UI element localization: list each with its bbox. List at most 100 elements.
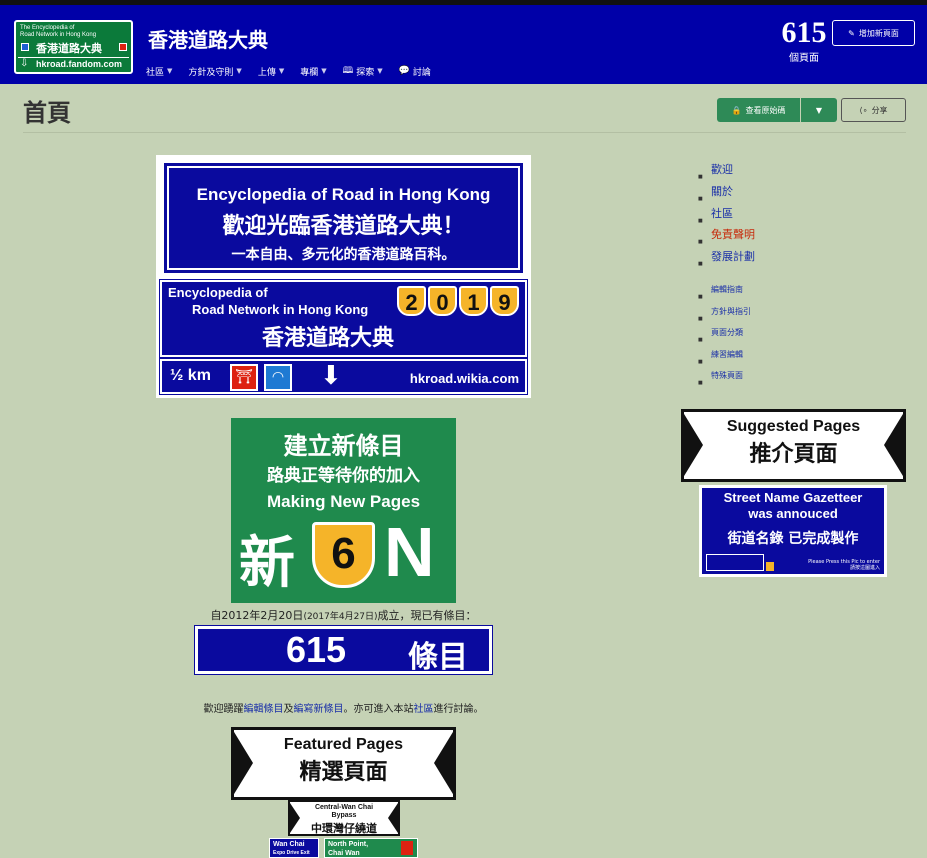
banner-zh-sub: 一本自由、多元化的香港道路百科。 xyxy=(231,247,456,263)
view-source-button[interactable]: 🔒 查看原始碼 xyxy=(717,98,800,122)
sidebar-item-policies[interactable]: 方針與指引 xyxy=(698,301,751,330)
add-page-button[interactable]: ✎ 增加新頁面 xyxy=(832,20,915,46)
arrow-right-icon xyxy=(884,409,906,481)
sidebar-item-special[interactable]: 特殊頁面 xyxy=(698,365,751,394)
banner-bottom-panel: ½ km ⛩ ◠ ⬇ hkroad.wikia.com xyxy=(159,358,528,395)
chat-icon: 💬 xyxy=(398,66,410,76)
page-counter: 615 個頁面 xyxy=(772,16,836,65)
welcome-prefix: 歡迎踴躍 xyxy=(203,704,244,715)
sidebar-item-disclaimer[interactable]: 免責聲明 xyxy=(698,224,755,254)
nav-label: 方針及守則 xyxy=(188,67,234,78)
sidebar-link[interactable]: 頁面分類 xyxy=(711,328,743,337)
sidebar-item-sandbox[interactable]: 練習編輯 xyxy=(698,344,751,373)
gazetteer-en2: was annouced xyxy=(748,506,838,521)
new-pages-route-row: 新 6 N xyxy=(231,513,456,598)
banner-top-panel: Encyclopedia of Road in Hong Kong 歡迎光臨香港… xyxy=(164,163,523,273)
route-shield: 6 xyxy=(312,522,375,588)
nav-item-discuss[interactable]: 💬 討論 xyxy=(399,63,431,79)
sidebar-link[interactable]: 編輯指南 xyxy=(711,285,743,294)
route-direction: N xyxy=(384,513,435,591)
chevron-down-icon: ▼ xyxy=(278,67,285,75)
sidebar-primary-list: 歡迎 關於 社區 免責聲明 發展計劃 xyxy=(698,159,755,276)
welcome-text: 歡迎踴躍編輯條目及編寫新條目。亦可進入本站社區進行討論。 xyxy=(156,700,531,715)
bypass-en1: Central-Wan Chai xyxy=(314,804,374,811)
sidebar-link[interactable]: 方針與指引 xyxy=(711,307,751,316)
nav-item-upload[interactable]: 上傳 ▼ xyxy=(258,63,284,79)
article-count-bar: 615 條目 xyxy=(194,625,493,675)
sidebar-link[interactable]: 免責聲明 xyxy=(711,228,755,241)
sidebar-link[interactable]: 社區 xyxy=(711,207,733,220)
year-shields: 2 0 1 9 xyxy=(397,286,519,316)
sidebar-item-welcome[interactable]: 歡迎 xyxy=(698,159,755,189)
banner-url: hkroad.wikia.com xyxy=(409,371,519,386)
logo-zh: 香港道路大典 xyxy=(36,42,102,55)
nav-item-community[interactable]: 社區 ▼ xyxy=(146,63,172,79)
arrow-right-icon xyxy=(388,800,400,836)
expressway-icon: ⛩ xyxy=(230,364,258,391)
share-button[interactable]: ⟨∘ 分享 xyxy=(841,98,906,122)
edit-articles-link[interactable]: 編輯條目 xyxy=(244,704,284,715)
welcome-mid1: 及 xyxy=(283,704,294,715)
community-link[interactable]: 社區 xyxy=(414,704,434,715)
banner-zh-name: 香港道路大典 xyxy=(262,326,395,351)
arrow-down-icon: ⇩ xyxy=(20,58,29,69)
sidebar-link[interactable]: 歡迎 xyxy=(711,163,733,176)
sidebar-secondary-list: 編輯指南 方針與指引 頁面分類 練習編輯 特殊頁面 xyxy=(698,279,751,394)
page-count-label: 個頁面 xyxy=(789,53,819,64)
sidebar-item-categories[interactable]: 頁面分類 xyxy=(698,322,751,351)
lock-icon: 🔒 xyxy=(731,105,742,115)
view-source-label: 查看原始碼 xyxy=(745,105,786,115)
site-logo[interactable]: The Encyclopedia of Road Network in Hong… xyxy=(14,20,133,74)
banner-zh-welcome: 歡迎光臨香港道路大典！ xyxy=(222,214,465,239)
banner-mid-panel: Encyclopedia of Road Network in Hong Kon… xyxy=(159,279,528,358)
nav-label: 探索 xyxy=(356,67,375,78)
sidebar-item-about[interactable]: 關於 xyxy=(698,181,755,211)
page-count: 615 xyxy=(781,16,827,49)
sidebar-link[interactable]: 練習編輯 xyxy=(711,350,743,359)
banner-en-title: Encyclopedia of Road in Hong Kong xyxy=(196,185,491,204)
gazetteer-banner[interactable]: Street Name Gazetteer was annouced 街道名錄 … xyxy=(699,485,887,577)
arrow-right-icon xyxy=(434,727,456,799)
sidebar-item-edit-guide[interactable]: 編輯指南 xyxy=(698,279,751,308)
featured-en: Featured Pages xyxy=(283,736,404,753)
new-article-link[interactable]: 編寫新條目 xyxy=(294,704,344,715)
tunnel-icon: ◠ xyxy=(264,364,292,391)
sidebar-link[interactable]: 特殊頁面 xyxy=(711,371,743,380)
exit-sign-northpoint[interactable]: North Point, Chai Wan xyxy=(324,838,418,858)
article-count: 615 xyxy=(286,629,347,670)
bypass-sign[interactable]: Central-Wan Chai Bypass 中環灣仔繞道 xyxy=(288,800,400,836)
sidebar-item-community[interactable]: 社區 xyxy=(698,203,755,233)
share-icon: ⟨∘ xyxy=(859,105,868,115)
nav-label: 上傳 xyxy=(257,67,276,78)
bypass-en2: Bypass xyxy=(331,812,357,819)
suggested-pages-sign[interactable]: Suggested Pages 推介頁面 xyxy=(681,409,906,482)
gazetteer-shield xyxy=(766,562,774,571)
gazetteer-press: Please Press this Pic to enter 請按這圖進入 xyxy=(808,559,880,571)
year-digit: 1 xyxy=(459,286,488,316)
banner-distance: ½ km xyxy=(170,367,211,384)
chevron-down-icon: ▼ xyxy=(167,67,173,75)
nav-item-columns[interactable]: 專欄 ▼ xyxy=(300,63,326,79)
sidebar-link[interactable]: 發展計劃 xyxy=(711,250,755,263)
banner-en-line1: Encyclopedia of xyxy=(168,285,268,300)
year-digit: 9 xyxy=(490,286,519,316)
arrow-left-icon xyxy=(681,409,703,481)
chevron-down-icon: ▼ xyxy=(815,105,823,115)
welcome-mid2: 。亦可進入本站 xyxy=(343,704,414,715)
exit-sign-wanchai[interactable]: Wan Chai Expo Drive Exit xyxy=(269,838,319,858)
nav-item-policies[interactable]: 方針及守則 ▼ xyxy=(188,63,241,79)
press-zh: 請按這圖進入 xyxy=(849,565,880,571)
nav-item-explore[interactable]: 🕮 探索 ▼ xyxy=(343,63,383,79)
edit-page-icon: ✎ xyxy=(848,28,855,38)
sidebar-item-plan[interactable]: 發展計劃 xyxy=(698,246,755,276)
featured-pages-sign[interactable]: Featured Pages 精選頁面 xyxy=(231,727,456,800)
new-pages-sign[interactable]: 建立新條目 路典正等待你的加入 Making New Pages 新 6 N xyxy=(231,418,456,603)
site-name[interactable]: 香港道路大典 xyxy=(148,24,268,53)
sidebar-link[interactable]: 關於 xyxy=(711,185,733,198)
chevron-down-icon: ▼ xyxy=(321,67,327,75)
new-pages-en: Making New Pages xyxy=(266,492,421,511)
logo-line1: The Encyclopedia of xyxy=(20,25,75,31)
new-pages-zh1: 建立新條目 xyxy=(283,432,404,460)
page-title: 首頁 xyxy=(23,99,71,127)
edit-dropdown-button[interactable]: ▼ xyxy=(801,98,837,122)
